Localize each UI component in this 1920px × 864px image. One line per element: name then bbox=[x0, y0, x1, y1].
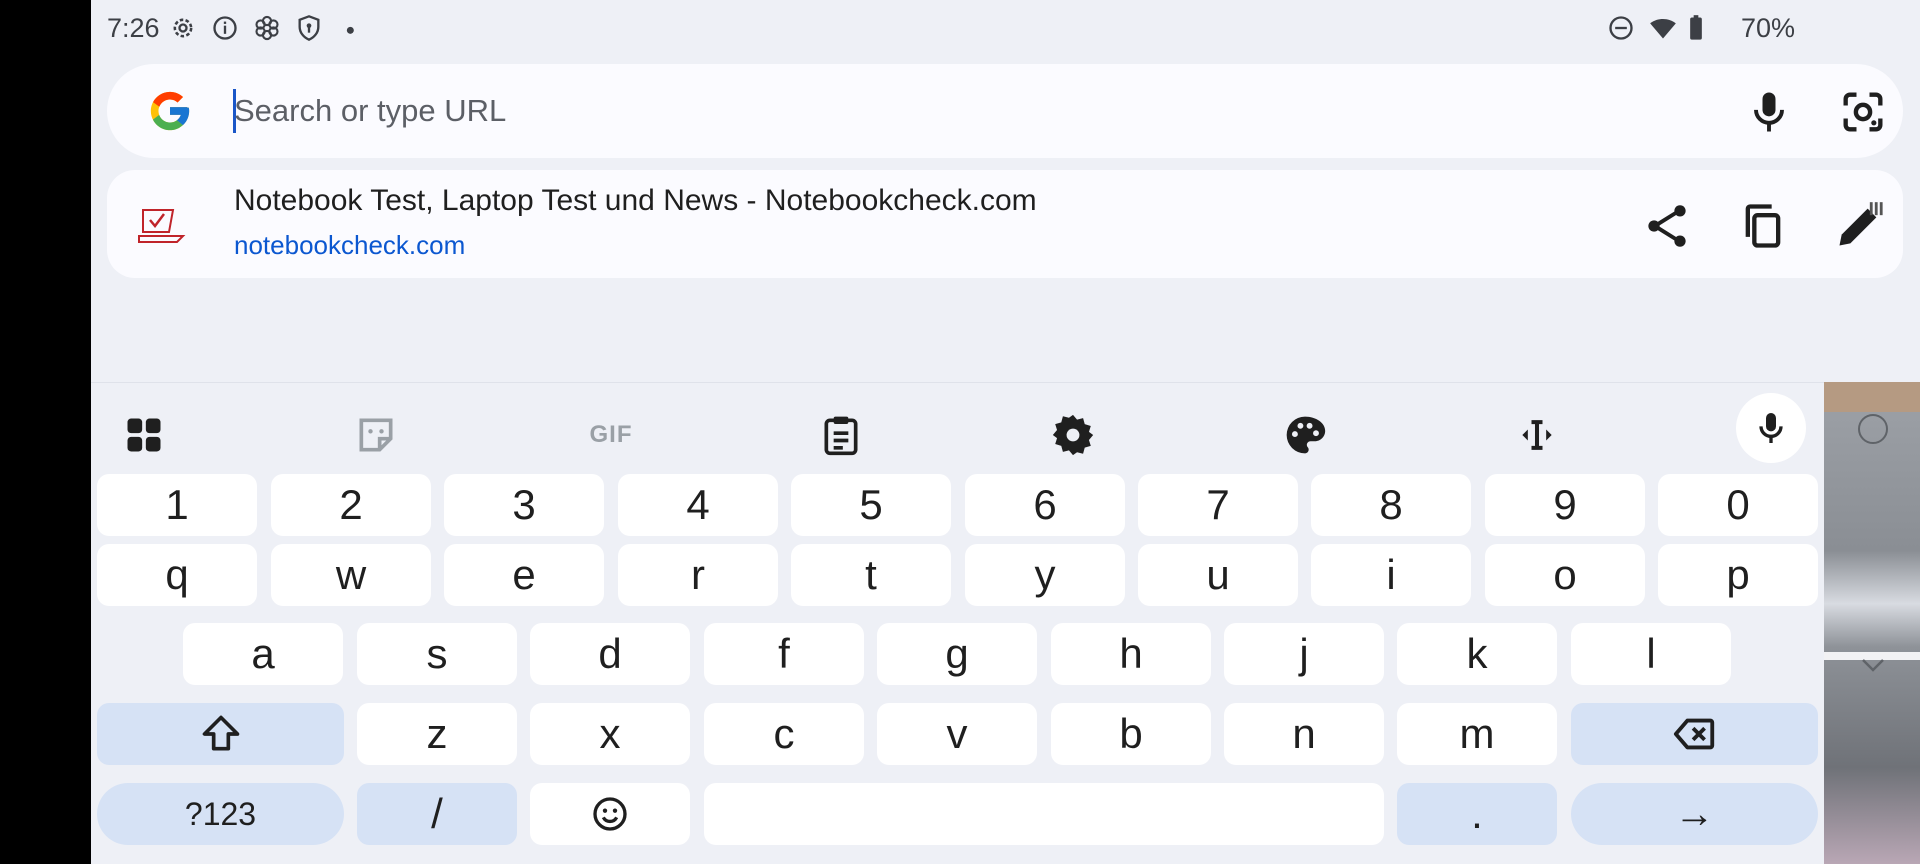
key-y[interactable]: y bbox=[965, 544, 1125, 606]
status-time: 7:26 bbox=[107, 13, 160, 43]
enter-key[interactable]: → bbox=[1571, 783, 1818, 845]
suggestion-title: Notebook Test, Laptop Test und News - No… bbox=[234, 184, 1037, 217]
url-suggestion-row[interactable]: Notebook Test, Laptop Test und News - No… bbox=[107, 170, 1903, 278]
omnibox[interactable] bbox=[107, 64, 1903, 158]
apps-grid-icon[interactable] bbox=[114, 405, 174, 465]
key-1[interactable]: 1 bbox=[97, 474, 257, 536]
key-i[interactable]: i bbox=[1311, 544, 1471, 606]
period-key[interactable]: . bbox=[1397, 783, 1557, 845]
settings-icon[interactable] bbox=[1043, 405, 1103, 465]
backspace-key[interactable] bbox=[1571, 703, 1818, 765]
key-u[interactable]: u bbox=[1138, 544, 1298, 606]
text-cursor-icon[interactable] bbox=[1507, 405, 1567, 465]
key-4[interactable]: 4 bbox=[618, 474, 778, 536]
emoji-smiley-icon bbox=[593, 797, 627, 831]
search-input[interactable] bbox=[234, 86, 1634, 136]
key-e[interactable]: e bbox=[444, 544, 604, 606]
key-g[interactable]: g bbox=[877, 623, 1037, 685]
do-not-disturb-icon bbox=[1607, 14, 1635, 42]
clipboard-icon[interactable] bbox=[811, 405, 871, 465]
voice-search-mic-icon[interactable] bbox=[1743, 86, 1795, 138]
key-p[interactable]: p bbox=[1658, 544, 1818, 606]
circle-icon bbox=[1858, 414, 1888, 444]
key-3[interactable]: 3 bbox=[444, 474, 604, 536]
chevron-down-icon bbox=[1858, 650, 1888, 685]
key-c[interactable]: c bbox=[704, 703, 864, 765]
battery-percentage: 70% bbox=[1740, 13, 1795, 43]
key-t[interactable]: t bbox=[791, 544, 951, 606]
info-icon bbox=[211, 14, 239, 42]
key-k[interactable]: k bbox=[1397, 623, 1557, 685]
key-x[interactable]: x bbox=[530, 703, 690, 765]
space-bar[interactable] bbox=[704, 783, 1384, 845]
key-n[interactable]: n bbox=[1224, 703, 1384, 765]
slash-key[interactable]: / bbox=[357, 783, 517, 845]
shift-key[interactable] bbox=[97, 703, 344, 765]
wifi-icon bbox=[1649, 14, 1677, 42]
key-w[interactable]: w bbox=[271, 544, 431, 606]
key-a[interactable]: a bbox=[183, 623, 343, 685]
key-8[interactable]: 8 bbox=[1311, 474, 1471, 536]
browser-screen: 7:26 70% Search or type URL Notebook Tes… bbox=[91, 0, 1920, 864]
key-q[interactable]: q bbox=[97, 544, 257, 606]
on-screen-keyboard: GIF 1 2 3 4 5 6 7 8 9 0 q w e r t y u i … bbox=[91, 382, 1824, 864]
key-v[interactable]: v bbox=[877, 703, 1037, 765]
symbols-key[interactable]: ?123 bbox=[97, 783, 344, 845]
gear-icon bbox=[169, 14, 197, 42]
key-z[interactable]: z bbox=[357, 703, 517, 765]
copy-link-icon[interactable] bbox=[1737, 200, 1789, 252]
key-d[interactable]: d bbox=[530, 623, 690, 685]
sticker-icon[interactable] bbox=[346, 405, 406, 465]
key-b[interactable]: b bbox=[1051, 703, 1211, 765]
key-h[interactable]: h bbox=[1051, 623, 1211, 685]
gif-icon[interactable]: GIF bbox=[579, 405, 643, 465]
key-j[interactable]: j bbox=[1224, 623, 1384, 685]
emoji-key[interactable] bbox=[530, 783, 690, 845]
key-2[interactable]: 2 bbox=[271, 474, 431, 536]
palette-icon[interactable] bbox=[1275, 405, 1335, 465]
share-icon[interactable] bbox=[1641, 200, 1693, 252]
key-l[interactable]: l bbox=[1571, 623, 1731, 685]
keyboard-mic-icon[interactable] bbox=[1736, 393, 1806, 463]
key-6[interactable]: 6 bbox=[965, 474, 1125, 536]
notebookcheck-favicon-icon bbox=[137, 204, 189, 246]
dot-icon bbox=[341, 14, 369, 42]
key-o[interactable]: o bbox=[1485, 544, 1645, 606]
shield-icon bbox=[295, 14, 323, 42]
background-app-peek bbox=[1824, 382, 1920, 864]
google-logo-icon bbox=[147, 88, 193, 134]
google-lens-camera-icon[interactable] bbox=[1837, 86, 1889, 138]
key-5[interactable]: 5 bbox=[791, 474, 951, 536]
key-0[interactable]: 0 bbox=[1658, 474, 1818, 536]
key-r[interactable]: r bbox=[618, 544, 778, 606]
battery-icon bbox=[1687, 14, 1707, 42]
key-9[interactable]: 9 bbox=[1485, 474, 1645, 536]
shift-arrow-icon bbox=[202, 715, 239, 751]
backspace-icon bbox=[1673, 718, 1714, 750]
status-bar: 7:26 70% bbox=[91, 0, 1920, 56]
key-f[interactable]: f bbox=[704, 623, 864, 685]
key-s[interactable]: s bbox=[357, 623, 517, 685]
flower-icon bbox=[253, 14, 281, 42]
suggestion-url: notebookcheck.com bbox=[234, 230, 466, 260]
key-m[interactable]: m bbox=[1397, 703, 1557, 765]
edit-pencil-icon[interactable] bbox=[1833, 200, 1885, 252]
key-7[interactable]: 7 bbox=[1138, 474, 1298, 536]
